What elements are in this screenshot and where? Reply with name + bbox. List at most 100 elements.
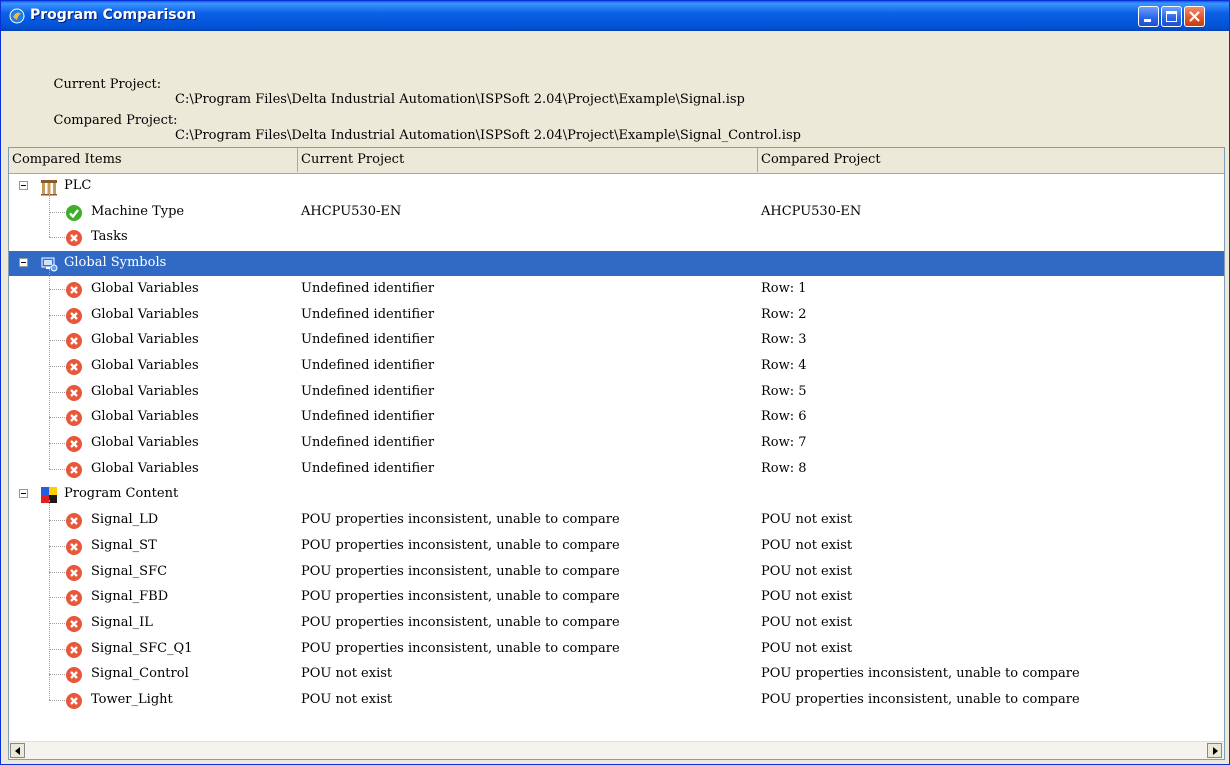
item-label: Global Variables (91, 357, 199, 373)
error-circle-icon (66, 461, 82, 478)
current-project-value: Undefined identifier (301, 435, 435, 450)
compared-project-value: POU not exist (761, 640, 853, 656)
compared-project-value: POU properties inconsistent, unable to c… (761, 692, 1080, 707)
tree-group-row[interactable]: Global Symbols (9, 251, 1224, 277)
current-project-value: Undefined identifier (301, 306, 435, 322)
tree-item-row[interactable]: Global Variables Undefined identifier Row:… (9, 380, 1224, 405)
compared-project-value: Row: 2 (761, 306, 807, 322)
tree-item-row[interactable]: Global Variables Undefined identifier Row:… (9, 431, 1224, 456)
compared-project-value: Row: 6 (761, 409, 807, 425)
tree-connector (49, 700, 65, 701)
compared-project-value: Row: 7 (761, 435, 807, 450)
error-circle-icon (66, 590, 82, 607)
error-circle-icon (66, 281, 82, 298)
tree-item-row[interactable]: Signal_SFC POU properties inconsistent, u… (9, 560, 1224, 585)
tree-item-row[interactable]: Global Variables Undefined identifier Row:… (9, 457, 1224, 482)
error-circle-icon (66, 230, 82, 247)
tree-connector (49, 365, 65, 367)
scroll-left-button[interactable] (10, 743, 25, 758)
tree-connector (49, 674, 65, 676)
column-header: Compared Items Current Project Compared … (9, 148, 1224, 174)
compared-project-value: POU not exist (761, 589, 853, 605)
column-current-project[interactable]: Current Project (298, 148, 758, 172)
current-project-value: POU properties inconsistent, unable to c… (301, 640, 620, 656)
item-label: Signal_Control (91, 666, 189, 682)
arrow-right-icon (1213, 747, 1218, 755)
collapse-toggle[interactable] (19, 489, 28, 499)
tree-item-row[interactable]: Signal_LD POU properties inconsistent, un… (9, 508, 1224, 533)
tree-item-row[interactable]: Signal_IL POU properties inconsistent, un… (9, 611, 1224, 636)
current-project-value: Undefined identifier (301, 460, 435, 476)
comparison-tree-list[interactable]: Compared Items Current Project Compared … (8, 147, 1225, 760)
tree-item-row[interactable]: Machine Type AHCPU530-EN AHCPU530-EN (9, 200, 1224, 225)
tree-item-row[interactable]: Tasks (9, 225, 1224, 250)
item-label: Tasks (91, 229, 128, 245)
arrow-left-icon (15, 747, 20, 755)
tree-connector (49, 571, 65, 573)
column-compared-items[interactable]: Compared Items (9, 148, 298, 172)
tree-item-row[interactable]: Global Variables Undefined identifier Row:… (9, 328, 1224, 353)
tree-connector (49, 520, 65, 522)
item-label: Global Variables (91, 435, 199, 450)
current-project-value: Undefined identifier (301, 280, 435, 296)
collapse-toggle[interactable] (19, 181, 28, 190)
check-circle-icon (66, 204, 82, 221)
tree-connector (49, 417, 65, 419)
error-circle-icon (66, 538, 82, 555)
tree-group-row[interactable]: Program Content (9, 482, 1224, 507)
tree-item-row[interactable]: Global Variables Undefined identifier Row:… (9, 405, 1224, 430)
tree-connector (49, 622, 65, 624)
tree-connector (49, 597, 65, 599)
collapse-toggle[interactable] (19, 258, 28, 268)
tree-group-row[interactable]: PLC (9, 174, 1224, 199)
error-circle-icon (66, 693, 82, 709)
column-compared-project[interactable]: Compared Project (758, 148, 1224, 172)
error-circle-icon (66, 615, 82, 632)
scroll-right-button[interactable] (1207, 743, 1222, 758)
item-label: Signal_SFC_Q1 (91, 640, 193, 656)
group-label: PLC (64, 178, 92, 193)
tree-connector (49, 192, 50, 238)
error-circle-icon (66, 410, 82, 427)
tree-connector (49, 237, 65, 239)
error-circle-icon (66, 513, 82, 530)
compared-project-value: Row: 5 (761, 383, 807, 399)
tree-item-row[interactable]: Global Variables Undefined identifier Row:… (9, 303, 1224, 328)
group-label: Program Content (64, 486, 179, 502)
program-comparison-window: Program Comparison Current Project: C:\P… (0, 0, 1230, 765)
tree-connector (49, 443, 65, 444)
app-icon (9, 8, 25, 24)
maximize-button[interactable] (1161, 6, 1182, 27)
tree-item-row[interactable]: Global Variables Undefined identifier Row:… (9, 354, 1224, 379)
compared-project-value: Row: 8 (761, 460, 807, 476)
current-project-value: Undefined identifier (301, 357, 435, 373)
close-icon (1189, 11, 1200, 22)
tree-item-row[interactable]: Signal_ST POU properties inconsistent, un… (9, 534, 1224, 559)
tree-item-row[interactable]: Signal_Control POU not exist POU propertie… (9, 662, 1224, 687)
horizontal-scrollbar[interactable] (9, 741, 1224, 759)
close-button[interactable] (1184, 6, 1205, 27)
tree-connector (49, 500, 50, 700)
tree-connector (49, 288, 65, 290)
tree-item-row[interactable]: Signal_SFC_Q1 POU properties inconsistent… (9, 637, 1224, 662)
error-circle-icon (66, 384, 82, 401)
tree-connector (49, 545, 65, 547)
minimize-button[interactable] (1138, 6, 1159, 27)
current-project-value: POU not exist (301, 692, 393, 707)
compared-project-path: C:\Program Files\Delta Industrial Automa… (175, 128, 801, 143)
item-label: Global Variables (91, 280, 199, 296)
compared-project-value: Row: 1 (761, 280, 807, 296)
compared-project-value: POU not exist (761, 614, 853, 630)
tree-connector (49, 314, 65, 316)
title-bar[interactable]: Program Comparison (1, 1, 1229, 31)
current-project-value: Undefined identifier (301, 332, 435, 348)
tree-item-row[interactable]: Global Variables Undefined identifier Row:… (9, 277, 1224, 302)
compared-project-value: POU properties inconsistent, unable to c… (761, 666, 1080, 682)
compared-project-value: AHCPU530-EN (761, 203, 862, 219)
current-project-value: POU properties inconsistent, unable to c… (301, 614, 620, 630)
tree-item-row[interactable]: Tower_Light POU not exist POU properties i… (9, 688, 1224, 713)
maximize-icon (1166, 11, 1177, 22)
tree-connector (49, 648, 65, 650)
tree-item-row[interactable]: Signal_FBD POU properties inconsistent, u… (9, 585, 1224, 610)
minimize-icon (1144, 19, 1151, 22)
